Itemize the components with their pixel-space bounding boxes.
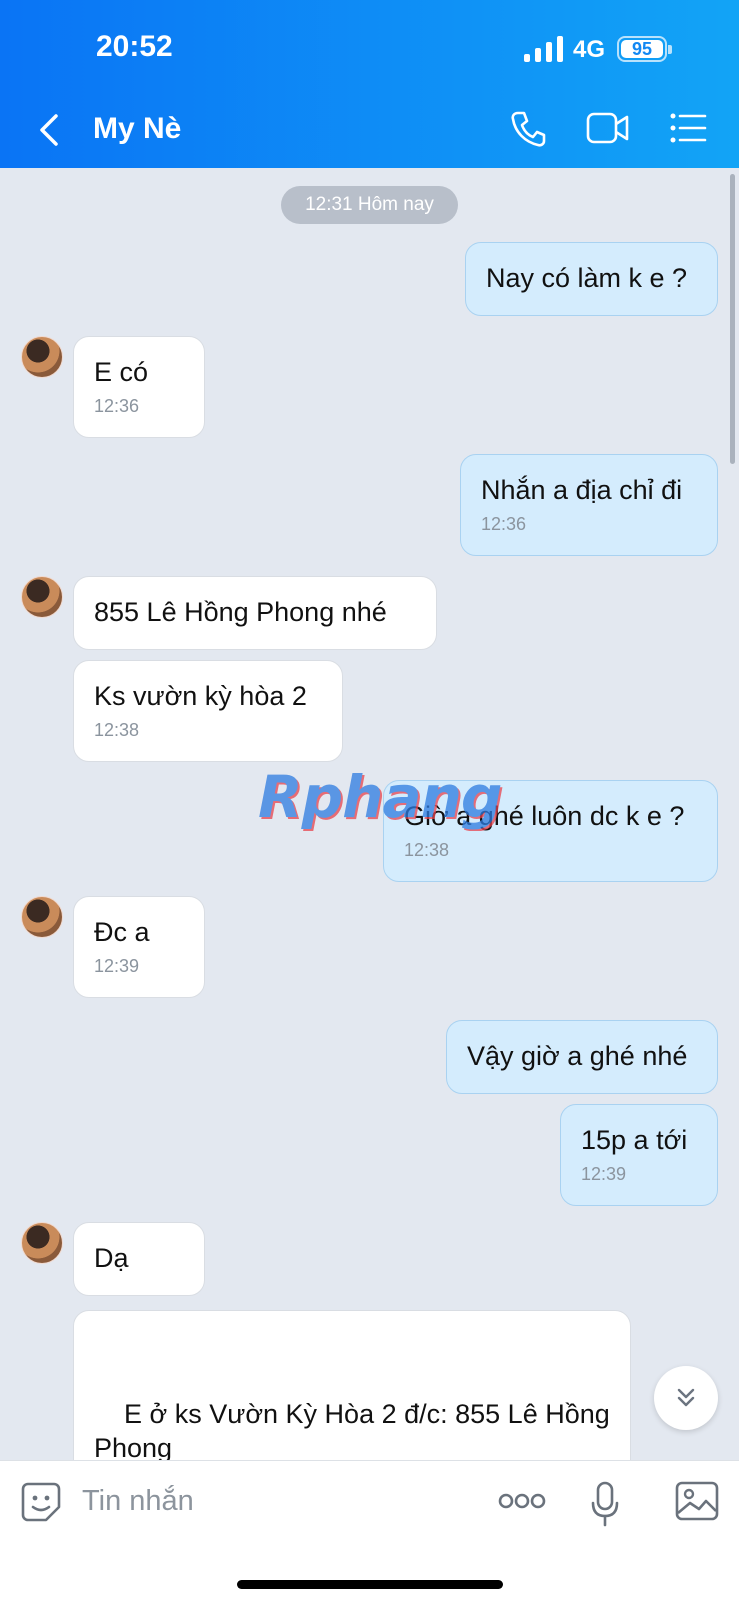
- message-bubble-outgoing[interactable]: Nhắn a địa chỉ đi 12:36: [460, 454, 718, 556]
- message-text: E ở ks Vườn Kỳ Hòa 2 đ/c: 855 Lê Hồng Ph…: [94, 1399, 610, 1460]
- sticker-icon[interactable]: [20, 1481, 62, 1523]
- message-time: 12:38: [404, 840, 450, 860]
- message-bubble-incoming[interactable]: Đc a 12:39: [73, 896, 205, 998]
- home-indicator[interactable]: [237, 1580, 503, 1589]
- message-bubble-outgoing[interactable]: 15p a tới 12:39: [560, 1104, 718, 1206]
- message-bubble-incoming[interactable]: Ks vườn kỳ hòa 2 12:38: [73, 660, 343, 762]
- avatar[interactable]: [21, 1222, 63, 1264]
- message-bubble-outgoing[interactable]: Nay có làm k e ?: [465, 242, 718, 316]
- scroll-to-bottom-button[interactable]: [654, 1366, 718, 1430]
- message-text: E có: [94, 357, 149, 387]
- message-time: 12:36: [94, 396, 140, 416]
- avatar[interactable]: [21, 896, 63, 938]
- message-text: Đc a: [94, 917, 150, 947]
- battery-icon: 95: [617, 36, 672, 62]
- video-camera-icon[interactable]: [586, 110, 630, 146]
- avatar[interactable]: [21, 336, 63, 378]
- conversation-title[interactable]: My Nè: [93, 112, 181, 146]
- scrollbar[interactable]: [730, 174, 735, 464]
- avatar[interactable]: [21, 576, 63, 618]
- message-time: 12:38: [94, 720, 140, 740]
- message-input[interactable]: Tin nhắn: [82, 1485, 194, 1518]
- message-time: 12:39: [581, 1164, 627, 1184]
- message-bubble-outgoing[interactable]: Vậy giờ a ghé nhé: [446, 1020, 718, 1094]
- message-time: 12:39: [94, 956, 140, 976]
- composer-bar: Tin nhắn: [0, 1460, 739, 1600]
- message-text: Nay có làm k e ?: [486, 263, 688, 293]
- message-bubble-incoming[interactable]: 855 Lê Hồng Phong nhé: [73, 576, 437, 650]
- double-chevron-down-icon: [677, 1388, 695, 1407]
- microphone-icon[interactable]: [590, 1481, 620, 1527]
- status-time: 20:52: [96, 30, 173, 63]
- chevron-left-icon[interactable]: [34, 112, 62, 148]
- time-separator: 12:31 Hôm nay: [281, 186, 458, 224]
- message-text: 15p a tới: [581, 1125, 688, 1155]
- image-icon[interactable]: [675, 1481, 719, 1521]
- more-dots-icon[interactable]: [498, 1491, 546, 1511]
- chat-header: 20:52 4G 95 My Nè: [0, 0, 739, 168]
- message-text: Dạ: [94, 1243, 129, 1273]
- message-text: Ks vườn kỳ hòa 2: [94, 681, 307, 711]
- message-text: 855 Lê Hồng Phong nhé: [94, 597, 387, 627]
- list-icon[interactable]: [669, 110, 707, 146]
- message-bubble-incoming[interactable]: E ở ks Vườn Kỳ Hòa 2 đ/c: 855 Lê Hồng Ph…: [73, 1310, 631, 1460]
- message-text: Vậy giờ a ghé nhé: [467, 1041, 688, 1071]
- battery-level: 95: [621, 40, 663, 58]
- network-type: 4G: [573, 36, 606, 63]
- message-text: Nhắn a địa chỉ đi: [481, 475, 683, 505]
- message-bubble-incoming[interactable]: E có 12:36: [73, 336, 205, 438]
- message-time: 12:36: [481, 514, 527, 534]
- signal-icon: [524, 36, 563, 62]
- watermark-logo: Rphang: [258, 763, 502, 831]
- message-bubble-incoming[interactable]: Dạ: [73, 1222, 205, 1296]
- phone-icon[interactable]: [510, 110, 546, 148]
- message-list[interactable]: 12:31 Hôm nay Nay có làm k e ? E có 12:3…: [0, 168, 739, 1460]
